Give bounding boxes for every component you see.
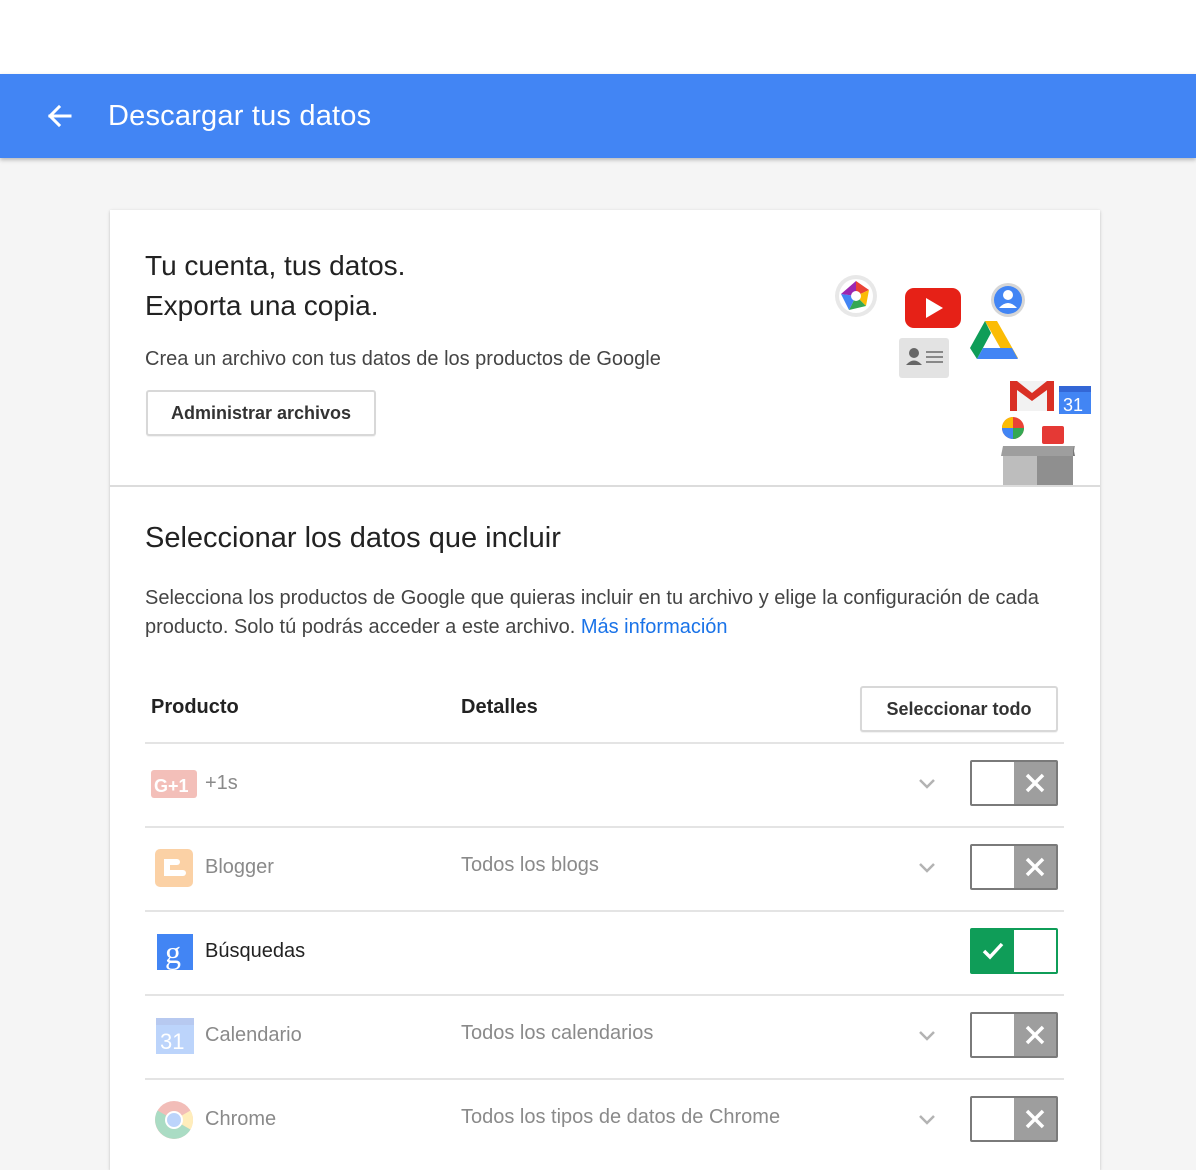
- product-details: Todos los blogs: [461, 854, 599, 876]
- include-toggle[interactable]: [970, 928, 1058, 974]
- gmail-icon: [1010, 381, 1054, 411]
- products-illustration: 31: [825, 268, 1100, 485]
- product-details: Todos los calendarios: [461, 1022, 654, 1044]
- product-name: Calendario: [205, 1024, 302, 1046]
- product-details: Todos los tipos de datos de Chrome: [461, 1106, 781, 1128]
- svg-text:31: 31: [160, 1029, 184, 1054]
- back-button[interactable]: [40, 98, 80, 134]
- toggle-knob: [1014, 1014, 1056, 1056]
- app-bar: Descargar tus datos: [0, 74, 1196, 158]
- close-icon: [1025, 773, 1045, 793]
- column-header-details: Detalles: [461, 696, 538, 718]
- toggle-knob: [1014, 1098, 1056, 1140]
- chevron-down-icon[interactable]: [915, 770, 939, 798]
- products-table: G+1 +1s Blogger Todos los blogs g Búsque…: [145, 742, 1064, 1162]
- intro-heading-line1: Tu cuenta, tus datos.: [145, 250, 406, 281]
- svg-text:G+1: G+1: [154, 776, 189, 796]
- chrome-icon: [155, 1101, 194, 1139]
- intro-heading-line2: Exporta una copia.: [145, 290, 379, 321]
- manage-archives-button[interactable]: Administrar archivos: [146, 390, 376, 436]
- arrow-back-icon: [47, 104, 72, 128]
- calendar-icon: 31: [156, 1018, 194, 1054]
- close-icon: [1025, 1025, 1045, 1045]
- toggle-knob: [1014, 846, 1056, 888]
- blogger-icon: [155, 849, 193, 887]
- product-row-blogger: Blogger Todos los blogs: [145, 826, 1064, 910]
- close-icon: [1025, 857, 1045, 877]
- product-row-calendar: 31 Calendario Todos los calendarios: [145, 994, 1064, 1078]
- top-blank-area: [0, 0, 1196, 74]
- select-data-title: Seleccionar los datos que incluir: [145, 522, 561, 554]
- google-plus-one-icon: G+1: [151, 770, 197, 798]
- google-search-icon: g: [157, 934, 193, 970]
- chevron-down-icon[interactable]: [915, 1106, 939, 1134]
- chevron-down-icon[interactable]: [915, 854, 939, 882]
- product-name: +1s: [205, 772, 238, 794]
- include-toggle[interactable]: [970, 1096, 1058, 1142]
- intro-description: Crea un archivo con tus datos de los pro…: [145, 348, 661, 370]
- main-card: Tu cuenta, tus datos. Exporta una copia.…: [110, 210, 1100, 1170]
- column-header-product: Producto: [151, 696, 239, 718]
- include-toggle[interactable]: [970, 760, 1058, 806]
- picasa-icon: [835, 275, 877, 317]
- product-row-searches: g Búsquedas: [145, 910, 1064, 994]
- intro-heading: Tu cuenta, tus datos. Exporta una copia.: [145, 246, 405, 326]
- product-row-chrome: Chrome Todos los tipos de datos de Chrom…: [145, 1078, 1064, 1162]
- product-name: Chrome: [205, 1108, 277, 1130]
- include-toggle[interactable]: [970, 844, 1058, 890]
- profile-icon: [991, 283, 1025, 317]
- close-icon: [1025, 1109, 1045, 1129]
- contacts-icon: [899, 338, 949, 378]
- hangouts-icon: [1002, 417, 1064, 444]
- chevron-down-icon[interactable]: [915, 1022, 939, 1050]
- box-icon: [1001, 446, 1075, 485]
- toggle-knob: [972, 930, 1014, 972]
- youtube-icon: [905, 288, 961, 328]
- product-name: Blogger: [205, 856, 274, 878]
- drive-icon: [970, 321, 1018, 359]
- select-all-button[interactable]: Seleccionar todo: [860, 686, 1058, 732]
- product-row-plus-ones: G+1 +1s: [145, 742, 1064, 826]
- more-info-link[interactable]: Más información: [581, 616, 728, 638]
- calendar-icon: 31: [1059, 386, 1091, 415]
- checkmark-icon: [982, 942, 1004, 960]
- include-toggle[interactable]: [970, 1012, 1058, 1058]
- svg-text:31: 31: [1063, 395, 1083, 415]
- toggle-knob: [1014, 762, 1056, 804]
- page-title: Descargar tus datos: [108, 100, 372, 132]
- intro-section: Tu cuenta, tus datos. Exporta una copia.…: [110, 210, 1100, 487]
- product-name: Búsquedas: [205, 940, 306, 962]
- svg-text:g: g: [165, 934, 181, 970]
- select-data-description: Selecciona los productos de Google que q…: [145, 584, 1045, 642]
